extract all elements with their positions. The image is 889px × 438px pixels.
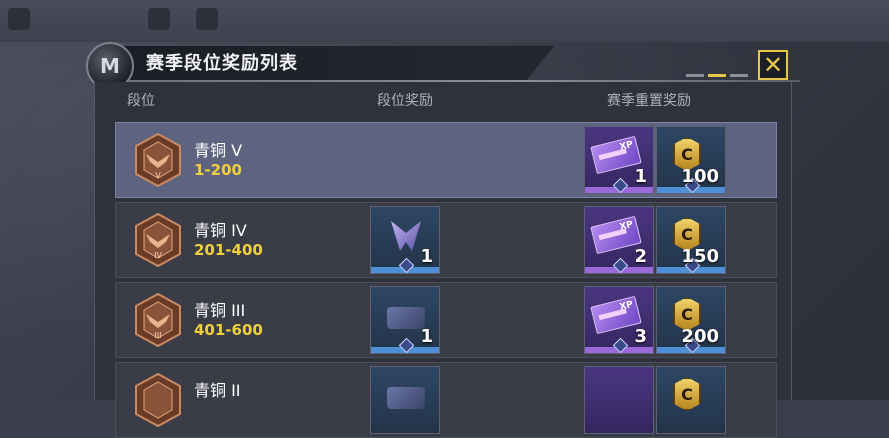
rank-numeral: V	[155, 171, 161, 180]
season-rank-rewards-panel: M 赛季段位奖励列表 ✕ 段位 段位奖励 赛季重置奖励 V 青铜 V 1-200…	[86, 42, 800, 438]
background-icon	[148, 8, 170, 30]
column-header-rank-reward: 段位奖励	[377, 93, 433, 109]
xp-card-reward[interactable]: XP 2	[584, 206, 654, 274]
page-dot	[730, 74, 748, 77]
wing-emblem-icon	[391, 221, 421, 251]
xp-card-reward[interactable]: XP 3	[584, 286, 654, 354]
rank-name: 青铜 V	[194, 141, 243, 160]
rank-range: 1-200	[194, 161, 242, 179]
rank-range: 201-400	[194, 241, 263, 259]
page-dot	[686, 74, 704, 77]
reward-quantity: 3	[634, 326, 647, 347]
rank-row[interactable]: 青铜 II C	[115, 362, 777, 438]
cod-points-reward[interactable]: C 200	[656, 286, 726, 354]
reward-quantity: 100	[681, 166, 719, 187]
page-indicator	[686, 74, 748, 77]
close-icon: ✕	[762, 51, 784, 79]
rank-reward-item[interactable]	[370, 366, 440, 434]
rank-name: 青铜 IV	[194, 221, 247, 240]
weapon-charm-icon	[387, 387, 425, 409]
xp-card-reward[interactable]: XP 1	[584, 126, 654, 194]
reward-quantity: 1	[420, 326, 433, 347]
panel-title: 赛季段位奖励列表	[146, 53, 298, 74]
rewards-table[interactable]: 段位 段位奖励 赛季重置奖励 V 青铜 V 1-200 XP 1 C 100 I…	[94, 82, 792, 438]
rank-row[interactable]: III 青铜 III 401-600 1 XP 3 C 200	[115, 282, 777, 358]
background-hud-strip	[0, 0, 889, 42]
rank-name: 青铜 III	[194, 301, 246, 320]
rank-reward-item[interactable]: 1	[370, 286, 440, 354]
reward-quantity: 200	[681, 326, 719, 347]
cod-points-reward[interactable]: C 150	[656, 206, 726, 274]
reward-quantity: 150	[681, 246, 719, 267]
cod-points-icon: C	[673, 377, 701, 411]
reward-quantity: 2	[634, 246, 647, 267]
bronze-rank-icon: V	[135, 132, 181, 188]
rank-name: 青铜 II	[194, 381, 241, 400]
close-button[interactable]: ✕	[758, 50, 788, 80]
bronze-rank-icon: III	[135, 292, 181, 348]
rank-range: 401-600	[194, 321, 263, 339]
xp-card-reward[interactable]	[584, 366, 654, 434]
reward-quantity: 1	[420, 246, 433, 267]
bronze-rank-icon	[135, 372, 181, 428]
cod-points-reward[interactable]: C 100	[656, 126, 726, 194]
column-header-season-reset-reward: 赛季重置奖励	[607, 93, 691, 109]
bronze-rank-icon: IV	[135, 212, 181, 268]
panel-header: M 赛季段位奖励列表 ✕	[86, 42, 800, 90]
background-icon	[8, 8, 30, 30]
rank-numeral: III	[154, 331, 161, 340]
page-dot-active	[708, 74, 726, 77]
reward-quantity: 1	[634, 166, 647, 187]
cod-points-reward[interactable]: C	[656, 366, 726, 434]
column-header-rank: 段位	[127, 93, 155, 109]
rank-numeral: IV	[154, 251, 162, 260]
rank-reward-item[interactable]: 1	[370, 206, 440, 274]
rank-row[interactable]: V 青铜 V 1-200 XP 1 C 100	[115, 122, 777, 198]
background-icon	[196, 8, 218, 30]
rank-row[interactable]: IV 青铜 IV 201-400 1 XP 2 C 150	[115, 202, 777, 278]
